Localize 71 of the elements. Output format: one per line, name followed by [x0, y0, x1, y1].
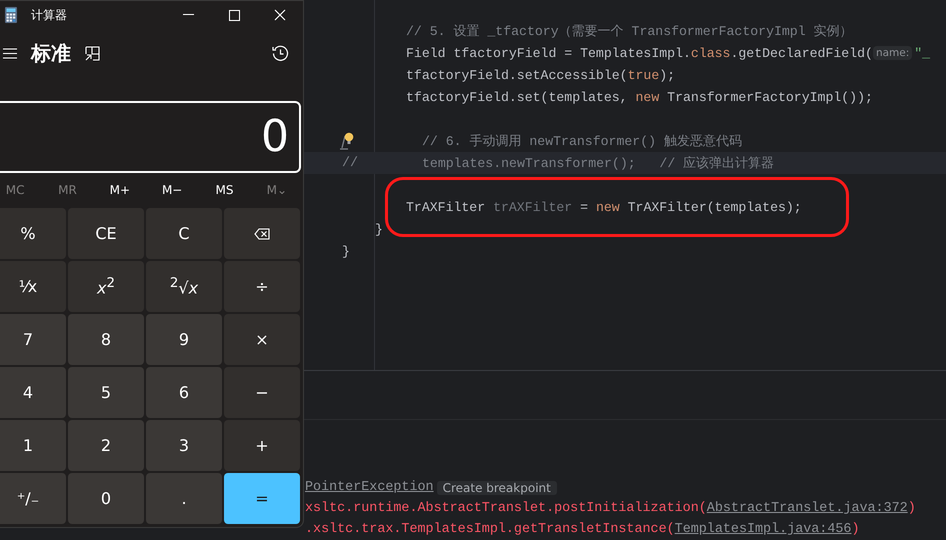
code-token: = [579, 200, 590, 214]
operator-key[interactable]: − [224, 367, 300, 418]
digit-key[interactable]: 1 [0, 420, 66, 471]
code-token: } [342, 244, 350, 258]
operator-key[interactable]: × [224, 314, 300, 365]
code-token: tfactoryField.set(templates, [406, 90, 629, 104]
code-token: .getDeclaredField( [730, 46, 873, 60]
calculator-app-icon [5, 7, 17, 23]
stack-trace-link[interactable]: AbstractTranslet.java:372 [706, 501, 908, 516]
close-icon [274, 9, 286, 21]
window-title: 计算器 [31, 6, 68, 24]
code-comment: // 5. 设置 _tfactory（需要一个 TransformerFactoryImpl 实例） [406, 23, 853, 40]
stack-trace-text: .xsltc.trax.TemplatesImpl.getTransletInstance( [305, 522, 675, 537]
code-token: TransformerFactoryImpl()); [666, 90, 873, 104]
digit-key[interactable]: 2 [68, 420, 144, 471]
code-token: tfactoryField.setAccessible( [406, 68, 628, 82]
stack-trace-text: ) [908, 501, 916, 516]
code-token: new [636, 90, 660, 104]
stack-trace-link[interactable]: PointerException [305, 480, 434, 495]
operator-key[interactable]: CE [68, 208, 144, 259]
operator-key[interactable]: % [0, 208, 66, 259]
code-token: class [690, 46, 730, 60]
menu-icon [3, 48, 17, 59]
mode-title: 标准 [31, 40, 71, 67]
stack-trace-text: xsltc.runtime.AbstractTranslet.postInitialization( [305, 501, 707, 516]
memory-button[interactable]: M+ [94, 182, 146, 198]
create-breakpoint-button[interactable]: Create breakpoint [436, 480, 557, 494]
digit-key[interactable]: 8 [68, 314, 144, 365]
code-token: ); [659, 68, 676, 82]
code-token: TrAXFilter(templates); [626, 200, 802, 214]
parameter-hint: name: [872, 46, 912, 60]
stack-trace-link[interactable]: TemplatesImpl.java:456 [674, 522, 852, 537]
keep-on-top-icon [85, 46, 100, 61]
digit-key[interactable]: 7 [0, 314, 66, 365]
digit-key[interactable]: 3 [146, 420, 222, 471]
digit-key[interactable]: 0 [68, 473, 144, 524]
operator-key[interactable]: $^{2}$√x [146, 261, 222, 312]
minimize-icon [182, 14, 194, 16]
backspace-icon [254, 228, 270, 240]
digit-key[interactable]: . [146, 473, 222, 524]
code-token: trAXFilter [493, 200, 572, 214]
code-token: Field tfactoryField = TemplatesImpl. [406, 46, 691, 60]
operator-key[interactable]: ÷ [224, 261, 300, 312]
lightbulb-icon[interactable] [340, 132, 354, 150]
maximize-icon [228, 10, 240, 20]
digit-key[interactable]: 4 [0, 367, 66, 418]
history-icon [272, 44, 289, 62]
digit-key[interactable]: 5 [68, 367, 144, 418]
code-token: true [628, 68, 660, 82]
equals-button[interactable]: = [224, 473, 300, 524]
stack-trace-text: ) [851, 522, 860, 537]
memory-button[interactable]: M− [146, 182, 198, 198]
operator-key[interactable]: x$^{2}$ [68, 261, 144, 312]
history-button[interactable] [270, 42, 291, 64]
display-value: 0 [261, 111, 289, 162]
gutter-comment: // [342, 156, 358, 170]
digit-key[interactable]: 9 [146, 314, 222, 365]
code-token: } [375, 222, 383, 236]
memory-button[interactable]: MS [198, 182, 251, 198]
operator-key[interactable]: + [224, 420, 300, 471]
digit-key[interactable]: 6 [146, 367, 222, 418]
code-comment: // 6. 手动调用 newTransformer() 触发恶意代码 [422, 133, 742, 150]
code-token: TrAXFilter [406, 200, 486, 214]
keep-on-top-button[interactable] [83, 44, 102, 63]
operator-key[interactable]: ¹⁄x [0, 261, 66, 312]
operator-key[interactable]: C [146, 208, 222, 259]
code-comment: templates.newTransformer(); // 应该弹出计算器 [422, 155, 774, 172]
digit-key[interactable]: ⁺/₋ [0, 473, 66, 524]
code-token: "_ [914, 46, 930, 60]
menu-button[interactable] [1, 46, 19, 61]
code-token: new [596, 200, 620, 214]
